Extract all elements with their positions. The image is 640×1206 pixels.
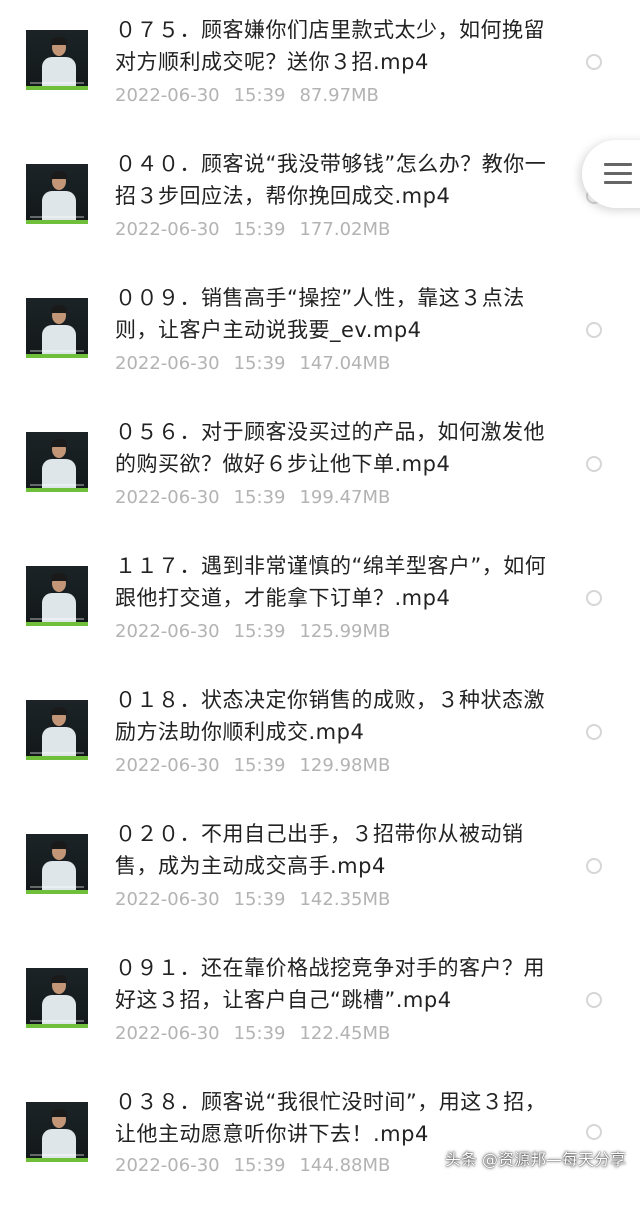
- file-row[interactable]: ００９．销售高手“操控”人性，靠这３点法则，让客户主动说我要_ev.mp4 20…: [0, 268, 640, 402]
- file-date: 2022-06-30: [115, 219, 220, 240]
- file-date: 2022-06-30: [115, 1155, 220, 1176]
- file-title: ０４０．顾客说“我没带够钱”怎么办？教你一招３步回应法，帮你挽回成交.mp4: [115, 152, 547, 208]
- file-title: ０５６．对于顾客没买过的产品，如何激发他的购买欲？做好６步让他下单.mp4: [115, 420, 545, 476]
- file-size: 129.98MB: [299, 755, 391, 776]
- file-meta: 2022-06-30 15:39 144.88MB: [115, 1155, 404, 1176]
- file-row[interactable]: ０５６．对于顾客没买过的产品，如何激发他的购买欲？做好６步让他下单.mp4 20…: [0, 402, 640, 536]
- file-row[interactable]: ０１８．状态决定你销售的成败，３种状态激励方法助你顺利成交.mp4 2022-0…: [0, 670, 640, 804]
- file-title: ０３８．顾客说“我很忙没时间”，用这３招，让他主动愿意听你讲下去！.mp4: [115, 1090, 547, 1146]
- video-thumbnail: [26, 1102, 88, 1162]
- file-date: 2022-06-30: [115, 353, 220, 374]
- file-date: 2022-06-30: [115, 487, 220, 508]
- file-title: ０７５．顾客嫌你们店里款式太少，如何挽留对方顺利成交呢？送你３招.mp4: [115, 18, 545, 74]
- file-date: 2022-06-30: [115, 1023, 220, 1044]
- file-meta: 2022-06-30 15:39 177.02MB: [115, 219, 404, 240]
- video-thumbnail: [26, 30, 88, 90]
- video-thumbnail: [26, 298, 88, 358]
- select-radio[interactable]: [586, 1124, 602, 1140]
- file-date: 2022-06-30: [115, 85, 220, 106]
- file-size: 122.45MB: [299, 1023, 391, 1044]
- file-title: ０９１．还在靠价格战挖竞争对手的客户？用好这３招，让客户自己“跳槽”.mp4: [115, 956, 545, 1012]
- file-row[interactable]: ０７５．顾客嫌你们店里款式太少，如何挽留对方顺利成交呢？送你３招.mp4 202…: [0, 0, 640, 134]
- select-radio[interactable]: [586, 322, 602, 338]
- file-title: ０１８．状态决定你销售的成败，３种状态激励方法助你顺利成交.mp4: [115, 688, 545, 744]
- file-time: 15:39: [233, 755, 286, 776]
- file-meta: 2022-06-30 15:39 125.99MB: [115, 621, 404, 642]
- video-thumbnail: [26, 566, 88, 626]
- file-meta: 2022-06-30 15:39 199.47MB: [115, 487, 404, 508]
- video-thumbnail: [26, 432, 88, 492]
- file-title: ０２０．不用自己出手，３招带你从被动销售，成为主动成交高手.mp4: [115, 822, 524, 878]
- video-thumbnail: [26, 968, 88, 1028]
- file-row[interactable]: ０２０．不用自己出手，３招带你从被动销售，成为主动成交高手.mp4 2022-0…: [0, 804, 640, 938]
- file-meta: 2022-06-30 15:39 87.97MB: [115, 85, 393, 106]
- file-size: 87.97MB: [299, 85, 379, 106]
- select-radio[interactable]: [586, 590, 602, 606]
- video-thumbnail: [26, 700, 88, 760]
- file-row[interactable]: ０４０．顾客说“我没带够钱”怎么办？教你一招３步回应法，帮你挽回成交.mp4 2…: [0, 134, 640, 268]
- select-radio[interactable]: [586, 992, 602, 1008]
- file-row[interactable]: ０３８．顾客说“我很忙没时间”，用这３招，让他主动愿意听你讲下去！.mp4 20…: [0, 1072, 640, 1206]
- file-meta: 2022-06-30 15:39 129.98MB: [115, 755, 404, 776]
- file-size: 144.88MB: [299, 1155, 391, 1176]
- file-time: 15:39: [233, 487, 286, 508]
- file-title: ００９．销售高手“操控”人性，靠这３点法则，让客户主动说我要_ev.mp4: [115, 286, 525, 342]
- file-time: 15:39: [233, 219, 286, 240]
- select-radio[interactable]: [586, 724, 602, 740]
- watermark: 头条 @资源邦—每天分享: [444, 1150, 626, 1169]
- file-size: 199.47MB: [299, 487, 391, 508]
- file-size: 125.99MB: [299, 621, 391, 642]
- file-time: 15:39: [233, 889, 286, 910]
- file-time: 15:39: [233, 621, 286, 642]
- select-radio[interactable]: [586, 456, 602, 472]
- file-row[interactable]: １１７．遇到非常谨慎的“绵羊型客户”，如何跟他打交道，才能拿下订单？.mp4 2…: [0, 536, 640, 670]
- file-time: 15:39: [233, 353, 286, 374]
- video-thumbnail: [26, 834, 88, 894]
- file-size: 177.02MB: [299, 219, 391, 240]
- file-meta: 2022-06-30 15:39 147.04MB: [115, 353, 404, 374]
- file-time: 15:39: [233, 1155, 286, 1176]
- video-thumbnail: [26, 164, 88, 224]
- file-time: 15:39: [233, 1023, 286, 1044]
- select-radio[interactable]: [586, 54, 602, 70]
- file-row[interactable]: ０９１．还在靠价格战挖竞争对手的客户？用好这３招，让客户自己“跳槽”.mp4 2…: [0, 938, 640, 1072]
- file-size: 147.04MB: [299, 353, 391, 374]
- file-date: 2022-06-30: [115, 621, 220, 642]
- file-meta: 2022-06-30 15:39 142.35MB: [115, 889, 404, 910]
- file-meta: 2022-06-30 15:39 122.45MB: [115, 1023, 404, 1044]
- file-time: 15:39: [233, 85, 286, 106]
- select-radio[interactable]: [586, 858, 602, 874]
- file-date: 2022-06-30: [115, 889, 220, 910]
- file-title: １１７．遇到非常谨慎的“绵羊型客户”，如何跟他打交道，才能拿下订单？.mp4: [115, 554, 547, 610]
- file-size: 142.35MB: [299, 889, 391, 910]
- file-date: 2022-06-30: [115, 755, 220, 776]
